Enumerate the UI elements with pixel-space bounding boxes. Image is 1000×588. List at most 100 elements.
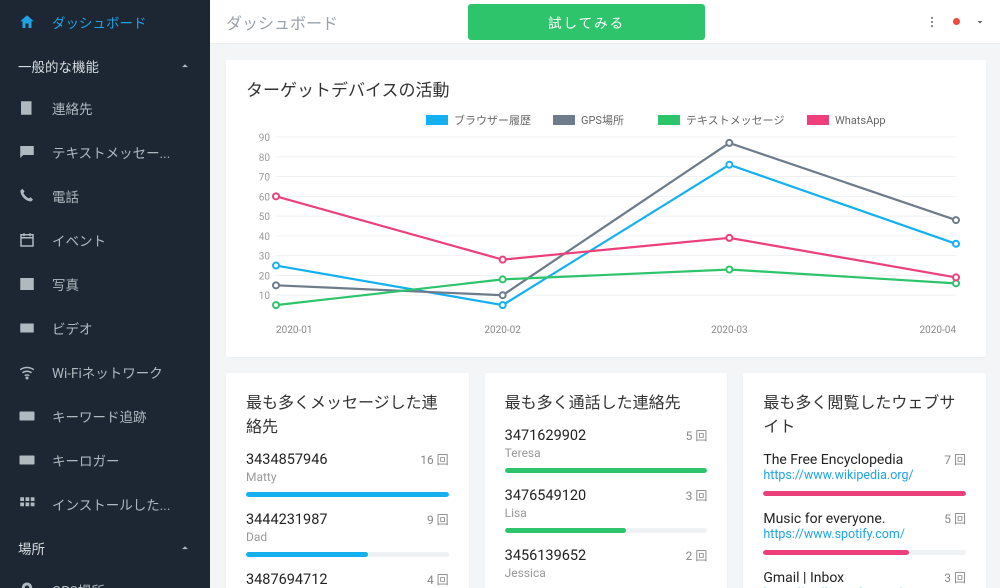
progress-fill bbox=[763, 550, 909, 555]
sidebar: ダッシュボード 一般的な機能 連絡先 テキストメッセー... 電話 イベント 写… bbox=[0, 0, 210, 588]
list-item[interactable]: 3434857946 Matty 16 回 bbox=[246, 451, 449, 497]
chevron-down-icon[interactable] bbox=[974, 16, 986, 28]
svg-text:ブラウザー履歴: ブラウザー履歴 bbox=[454, 113, 531, 127]
list-item[interactable]: Gmail | Inbox https://mail.google.com/ 3… bbox=[763, 569, 966, 588]
svg-text:2020-01: 2020-01 bbox=[276, 325, 312, 336]
progress-fill bbox=[505, 468, 708, 473]
sidebar-item-label: ダッシュボード bbox=[52, 12, 147, 32]
sidebar-item-label: テキストメッセー... bbox=[52, 142, 170, 162]
list-item[interactable]: 3476549120 Lisa 3 回 bbox=[505, 487, 708, 533]
sidebar-item-gps[interactable]: GPS場所 bbox=[0, 568, 210, 588]
sidebar-item-videos[interactable]: ビデオ bbox=[0, 306, 210, 350]
list-item-sub: Teresa bbox=[505, 446, 587, 460]
sidebar-item-events[interactable]: イベント bbox=[0, 218, 210, 262]
progress-fill bbox=[505, 528, 627, 533]
activity-chart-card: ターゲットデバイスの活動 ブラウザー履歴GPS場所テキストメッセージWhatsA… bbox=[226, 60, 986, 357]
progress-track bbox=[505, 468, 708, 473]
wifi-icon bbox=[18, 363, 36, 381]
progress-track bbox=[763, 550, 966, 555]
list-item-main: 3487694712 bbox=[246, 571, 328, 588]
sidebar-item-calls[interactable]: 電話 bbox=[0, 174, 210, 218]
topbar: ダッシュボード 試してみる bbox=[210, 0, 1000, 44]
more-icon[interactable] bbox=[925, 15, 939, 29]
chart-title: ターゲットデバイスの活動 bbox=[246, 76, 966, 101]
activity-chart: ブラウザー履歴GPS場所テキストメッセージWhatsApp10203040506… bbox=[246, 109, 966, 339]
sidebar-item-label: 連絡先 bbox=[52, 98, 93, 118]
chevron-up-icon bbox=[178, 541, 192, 555]
pin-icon bbox=[18, 581, 36, 588]
content: ターゲットデバイスの活動 ブラウザー履歴GPS場所テキストメッセージWhatsA… bbox=[210, 44, 1000, 588]
sidebar-section-location[interactable]: 場所 bbox=[0, 526, 210, 568]
sidebar-item-label: キーロガー bbox=[52, 450, 120, 470]
list-item-main: The Free Encyclopedia bbox=[763, 452, 913, 468]
list-item-main: 3471629902 bbox=[505, 427, 587, 444]
list-item-main: 3444231987 bbox=[246, 511, 328, 528]
svg-text:50: 50 bbox=[259, 212, 271, 223]
sidebar-item-keylogger[interactable]: キーロガー bbox=[0, 438, 210, 482]
sidebar-item-label: GPS場所 bbox=[52, 580, 105, 588]
sidebar-section-general[interactable]: 一般的な機能 bbox=[0, 44, 210, 86]
top-messages-card: 最も多くメッセージした連絡先 3434857946 Matty 16 回 344… bbox=[226, 373, 469, 588]
list-item[interactable]: Music for everyone. https://www.spotify.… bbox=[763, 510, 966, 555]
list-item[interactable]: 3456139652 Jessica 2 回 bbox=[505, 547, 708, 588]
progress-track bbox=[246, 492, 449, 497]
list-item-sub: Matty bbox=[246, 470, 328, 484]
list-item-sub: https://www.wikipedia.org/ bbox=[763, 468, 913, 483]
video-icon bbox=[18, 319, 36, 337]
sidebar-item-label: キーワード追跡 bbox=[52, 406, 147, 426]
list-item-sub: Jessica bbox=[505, 566, 587, 580]
list-item-count: 9 回 bbox=[427, 511, 449, 528]
apps-icon bbox=[18, 495, 36, 513]
list-item-sub: Lisa bbox=[505, 506, 587, 520]
top-sites-card: 最も多く閲覧したウェブサイト The Free Encyclopedia htt… bbox=[743, 373, 986, 588]
sidebar-item-label: イベント bbox=[52, 230, 106, 250]
progress-fill bbox=[763, 491, 966, 496]
svg-text:10: 10 bbox=[259, 291, 271, 302]
svg-text:40: 40 bbox=[259, 232, 271, 243]
top-calls-card: 最も多く通話した連絡先 3471629902 Teresa 5 回 347654… bbox=[485, 373, 728, 588]
sidebar-item-keywords[interactable]: キーワード追跡 bbox=[0, 394, 210, 438]
list-item[interactable]: The Free Encyclopedia https://www.wikipe… bbox=[763, 451, 966, 496]
sidebar-item-wifi[interactable]: Wi-Fiネットワーク bbox=[0, 350, 210, 394]
progress-track bbox=[505, 528, 708, 533]
list-item[interactable]: 3487694712 Mom 4 回 bbox=[246, 571, 449, 588]
progress-fill bbox=[246, 492, 449, 497]
list-item[interactable]: 3471629902 Teresa 5 回 bbox=[505, 427, 708, 473]
list-item-main: 3476549120 bbox=[505, 487, 587, 504]
list-item-main: Music for everyone. bbox=[763, 511, 905, 527]
sidebar-item-apps[interactable]: インストールした... bbox=[0, 482, 210, 526]
list-item-main: 3456139652 bbox=[505, 547, 587, 564]
list-item[interactable]: 3444231987 Dad 9 回 bbox=[246, 511, 449, 557]
page-title: ダッシュボード bbox=[226, 10, 338, 34]
svg-text:WhatsApp: WhatsApp bbox=[835, 114, 886, 127]
image-icon bbox=[18, 275, 36, 293]
phone-icon bbox=[18, 187, 36, 205]
svg-text:2020-02: 2020-02 bbox=[484, 325, 521, 336]
sidebar-item-contacts[interactable]: 連絡先 bbox=[0, 86, 210, 130]
card-title: 最も多くメッセージした連絡先 bbox=[246, 389, 449, 437]
main-area: ダッシュボード 試してみる ターゲットデバイスの活動 ブラウザー履歴GPS場所テ… bbox=[210, 0, 1000, 588]
message-icon bbox=[18, 143, 36, 161]
svg-text:80: 80 bbox=[259, 153, 271, 164]
keyboard-icon bbox=[18, 451, 36, 469]
list-item-count: 16 回 bbox=[420, 451, 448, 468]
chevron-up-icon bbox=[178, 59, 192, 73]
svg-text:2020-04: 2020-04 bbox=[920, 325, 957, 336]
calendar-icon bbox=[18, 231, 36, 249]
sidebar-item-photos[interactable]: 写真 bbox=[0, 262, 210, 306]
sidebar-item-messages[interactable]: テキストメッセー... bbox=[0, 130, 210, 174]
list-item-count: 3 回 bbox=[686, 487, 708, 504]
card-title: 最も多く通話した連絡先 bbox=[505, 389, 708, 413]
svg-text:GPS場所: GPS場所 bbox=[581, 114, 624, 127]
progress-track bbox=[246, 552, 449, 557]
sidebar-item-label: インストールした... bbox=[52, 494, 170, 514]
svg-text:30: 30 bbox=[259, 252, 271, 263]
list-item-sub: https://www.spotify.com/ bbox=[763, 527, 905, 542]
list-item-count: 5 回 bbox=[686, 427, 708, 444]
try-button[interactable]: 試してみる bbox=[468, 4, 705, 40]
progress-track bbox=[763, 491, 966, 496]
svg-text:60: 60 bbox=[259, 192, 271, 203]
list-item-count: 2 回 bbox=[686, 547, 708, 564]
sidebar-item-dashboard[interactable]: ダッシュボード bbox=[0, 0, 210, 44]
svg-text:70: 70 bbox=[259, 173, 271, 184]
